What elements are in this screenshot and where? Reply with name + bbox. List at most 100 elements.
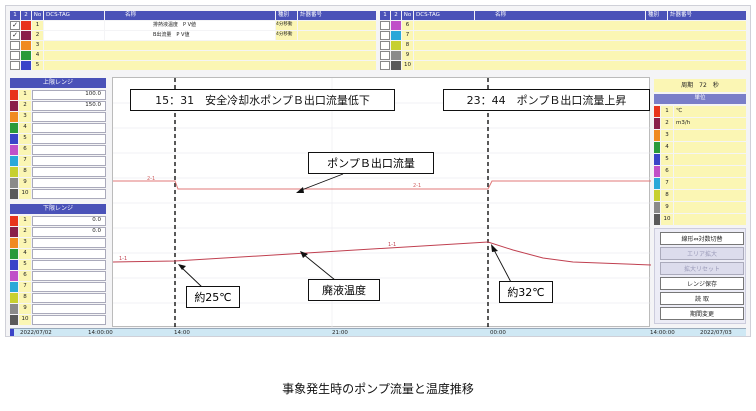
row9-body[interactable] (414, 51, 746, 60)
unit-row2-unit[interactable]: m3/h (674, 118, 746, 129)
upper-range-row6-value-field[interactable] (32, 145, 106, 155)
period-value: 72 (699, 81, 707, 89)
upper-range-row3-no: 3 (19, 112, 31, 122)
zoom-reset-button[interactable]: 拡大リセット (660, 262, 744, 275)
lower-range-row4-color-swatch (10, 249, 18, 259)
lower-range-row1-value-field[interactable]: 0.0 (32, 216, 106, 226)
lower-range-row8-value-field[interactable] (32, 293, 106, 303)
area-zoom-button[interactable]: エリア拡大 (660, 247, 744, 260)
lower-range-row6-color-swatch (10, 271, 18, 281)
unit-row7-unit[interactable] (674, 178, 746, 189)
lower-range-row8-no: 8 (19, 293, 31, 303)
col-header-1: 1 (10, 11, 20, 20)
log-linear-toggle-button[interactable]: 線形⇔対数切替 (660, 232, 744, 245)
period-display[interactable]: 周期 72 秒 (654, 79, 746, 92)
upper-range-row8-value-field[interactable] (32, 167, 106, 177)
upper-range-row2-color-swatch (10, 101, 18, 111)
upper-range-row6-color-swatch (10, 145, 18, 155)
unit-row3-unit[interactable] (674, 130, 746, 141)
unit-row1-unit[interactable]: ℃ (674, 106, 746, 117)
row9-color-swatch (391, 51, 401, 60)
lower-range-row7-color-swatch (10, 282, 18, 292)
row4-body[interactable] (44, 51, 376, 60)
row3-body[interactable] (44, 41, 376, 50)
row8-no: 8 (402, 41, 413, 50)
unit-row9-unit[interactable] (674, 202, 746, 213)
row8-color-swatch (391, 41, 401, 50)
upper-range-row3-color-swatch (10, 112, 18, 122)
upper-range-row8-color-swatch (10, 167, 18, 177)
lower-range-row6-value-field[interactable] (32, 271, 106, 281)
row10-checkbox[interactable] (380, 61, 390, 70)
upper-range-row4-value-field[interactable] (32, 123, 106, 133)
lower-range-row10-color-swatch (10, 315, 18, 325)
row2-color-swatch (21, 31, 31, 40)
row7-checkbox[interactable] (380, 31, 390, 40)
upper-range-row9-no: 9 (19, 178, 31, 188)
row10-body[interactable] (414, 61, 746, 70)
row6-body[interactable] (414, 21, 746, 30)
upper-range-row7-no: 7 (19, 156, 31, 166)
row3-checkbox[interactable] (10, 41, 20, 50)
row8-checkbox[interactable] (380, 41, 390, 50)
upper-range-row5-value-field[interactable] (32, 134, 106, 144)
time-end-time: 14:00:00 (650, 330, 675, 336)
row6-checkbox[interactable] (380, 21, 390, 30)
lower-range-row1-color-swatch (10, 216, 18, 226)
row2-no: 2 (32, 31, 43, 40)
lower-range-row3-value-field[interactable] (32, 238, 106, 248)
unit-row10-unit[interactable] (674, 214, 746, 225)
lower-range-row1-no: 1 (19, 216, 31, 226)
unit-row6-unit[interactable] (674, 166, 746, 177)
lower-range-row4-no: 4 (19, 249, 31, 259)
time-axis-bar: 2022/07/02 14:00:00 14:00 21:00 00:00 14… (10, 328, 746, 336)
unit-row8-unit[interactable] (674, 190, 746, 201)
upper-range-row8-no: 8 (19, 167, 31, 177)
col-header-type: 種別 (276, 11, 297, 20)
time-tick-0000: 00:00 (490, 330, 506, 336)
col-header-instrument-no: 計器番号 (298, 11, 376, 20)
lower-range-row4-value-field[interactable] (32, 249, 106, 259)
upper-range-row2-value-field[interactable]: 150.0 (32, 101, 106, 111)
range-save-button[interactable]: レンジ保存 (660, 277, 744, 290)
col-header-2: 2 (391, 11, 401, 20)
row5-body[interactable] (44, 61, 376, 70)
lower-range-row9-value-field[interactable] (32, 304, 106, 314)
time-tick-1400: 14:00 (174, 330, 190, 336)
lower-range-row10-no: 10 (19, 315, 31, 325)
unit-row4-unit[interactable] (674, 142, 746, 153)
row5-checkbox[interactable] (10, 61, 20, 70)
upper-range-row9-color-swatch (10, 178, 18, 188)
lower-range-row10-value-field[interactable] (32, 315, 106, 325)
upper-range-row1-value-field[interactable]: 100.0 (32, 90, 106, 100)
row7-body[interactable] (414, 31, 746, 40)
event1-annotation: 15：31 安全冷却水ポンプＢ出口流量低下 (130, 89, 395, 111)
upper-range-row3-value-field[interactable] (32, 112, 106, 122)
row2-checkbox[interactable]: ✓ (10, 31, 20, 40)
period-change-button[interactable]: 期間変更 (660, 307, 744, 320)
unit-row3-no: 3 (661, 130, 673, 141)
lower-range-row7-value-field[interactable] (32, 282, 106, 292)
lower-range-row5-no: 5 (19, 260, 31, 270)
row4-checkbox[interactable] (10, 51, 20, 60)
row9-checkbox[interactable] (380, 51, 390, 60)
lower-range-row2-value-field[interactable]: 0.0 (32, 227, 106, 237)
col-header-type: 種別 (646, 11, 667, 20)
row6-no: 6 (402, 21, 413, 30)
row1-tag-field[interactable] (44, 21, 104, 30)
temp-label-callout: 廃液温度 (308, 279, 380, 301)
trend-chart[interactable]: 2-1 2-1 1-1 1-1 15：31 安全冷却水ポンプＢ出口流量低下 23… (112, 77, 652, 328)
upper-range-row9-value-field[interactable] (32, 178, 106, 188)
unit-row6-no: 6 (661, 166, 673, 177)
upper-range-row7-value-field[interactable] (32, 156, 106, 166)
unit-panel-title: 単位 (654, 94, 746, 104)
read-button[interactable]: 読 取 (660, 292, 744, 305)
row2-tag-field[interactable] (44, 31, 104, 40)
unit-row1-no: 1 (661, 106, 673, 117)
row1-checkbox[interactable]: ✓ (10, 21, 20, 30)
row5-color-swatch (21, 61, 31, 70)
unit-row5-unit[interactable] (674, 154, 746, 165)
row8-body[interactable] (414, 41, 746, 50)
lower-range-row5-value-field[interactable] (32, 260, 106, 270)
upper-range-row10-value-field[interactable] (32, 189, 106, 199)
